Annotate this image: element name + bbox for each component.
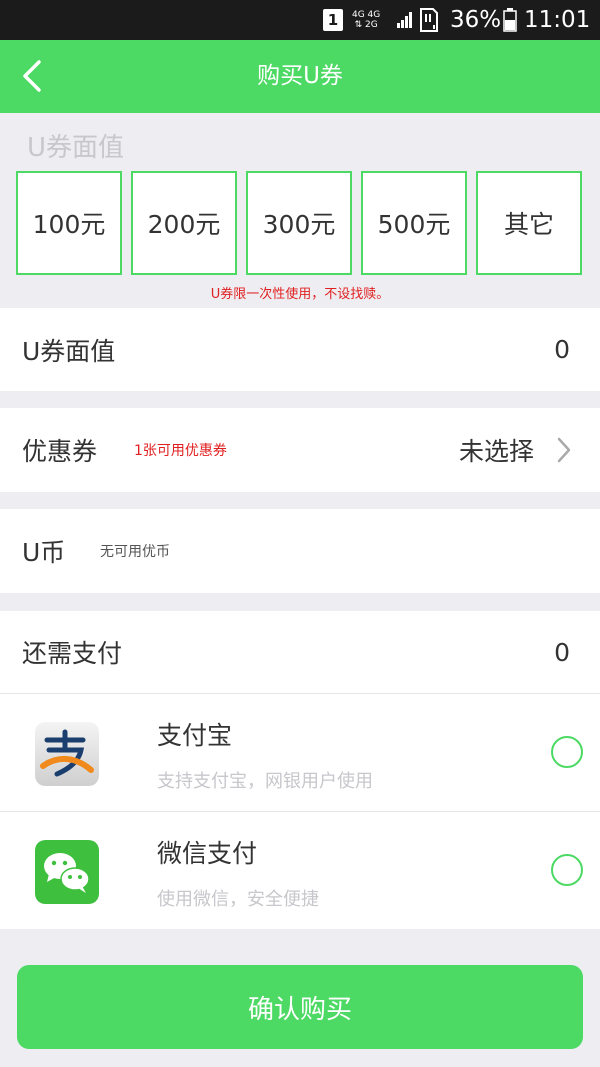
face-value-label: U券面值 [22, 336, 116, 366]
confirm-purchase-button[interactable]: 确认购买 [17, 965, 583, 1049]
denomination-option-200[interactable]: 200元 [131, 171, 237, 275]
no-change-notice: U券限一次性使用，不设找赎。 [210, 287, 390, 302]
payment-title-alipay: 支付宝 [157, 721, 233, 750]
sim-card-icon: 1 [323, 0, 343, 40]
radio-alipay[interactable] [551, 736, 583, 768]
radio-wechat[interactable] [551, 854, 583, 886]
ucoin-row: U币 无可用优币 [0, 509, 600, 593]
denomination-option-300[interactable]: 300元 [246, 171, 352, 275]
denomination-option-100[interactable]: 100元 [16, 171, 122, 275]
battery-percent: 36% [450, 7, 502, 33]
status-bar: 1 4G 4G ⇅ 2G 36% 11:01 [0, 0, 600, 40]
face-value-row: U券面值 0 [0, 308, 600, 391]
denomination-option-500[interactable]: 500元 [361, 171, 467, 275]
remaining-payment-amount: 0 [554, 637, 570, 667]
remaining-payment-label: 还需支付 [22, 639, 123, 668]
coupon-available-hint: 1张可用优惠券 [134, 443, 227, 459]
coupon-selection: 未选择 [458, 437, 534, 466]
ucoin-hint: 无可用优币 [100, 544, 170, 560]
payment-title-wechat: 微信支付 [157, 839, 258, 868]
chevron-left-icon [23, 60, 41, 92]
payment-option-wechat[interactable]: 微信支付 使用微信，安全便捷 [0, 812, 600, 929]
back-button[interactable] [10, 54, 54, 98]
alipay-icon [35, 722, 99, 786]
denomination-option-other[interactable]: 其它 [476, 171, 582, 275]
payment-subtitle-wechat: 使用微信，安全便捷 [157, 889, 319, 910]
denomination-heading: U券面值 [27, 133, 125, 163]
coupon-label: 优惠券 [22, 437, 98, 466]
clock: 11:01 [524, 7, 591, 33]
face-value-amount: 0 [554, 335, 570, 364]
battery-icon [503, 0, 517, 40]
wechat-icon [35, 840, 99, 904]
page-title: 购买U券 [257, 63, 343, 89]
remaining-payment-row: 还需支付 0 [0, 611, 600, 693]
signal-icon [397, 0, 413, 40]
chevron-right-icon [556, 408, 572, 492]
network-type-bottom: ⇅ 2G [354, 20, 378, 30]
sim-slot-number: 1 [323, 9, 343, 31]
payment-option-alipay[interactable]: 支付宝 支持支付宝，网银用户使用 [0, 694, 600, 811]
coupon-row[interactable]: 优惠券 1张可用优惠券 未选择 [0, 408, 600, 492]
app-header: 购买U券 [0, 40, 600, 113]
network-type-indicator: 4G 4G ⇅ 2G [352, 0, 380, 40]
network-type-top: 4G 4G [352, 10, 381, 20]
payment-subtitle-alipay: 支持支付宝，网银用户使用 [157, 771, 373, 792]
ucoin-label: U币 [22, 538, 66, 567]
denomination-section: U券面值 100元 200元 300元 500元 其它 U券限一次性使用，不设找… [0, 113, 600, 306]
sd-card-icon [418, 0, 440, 40]
